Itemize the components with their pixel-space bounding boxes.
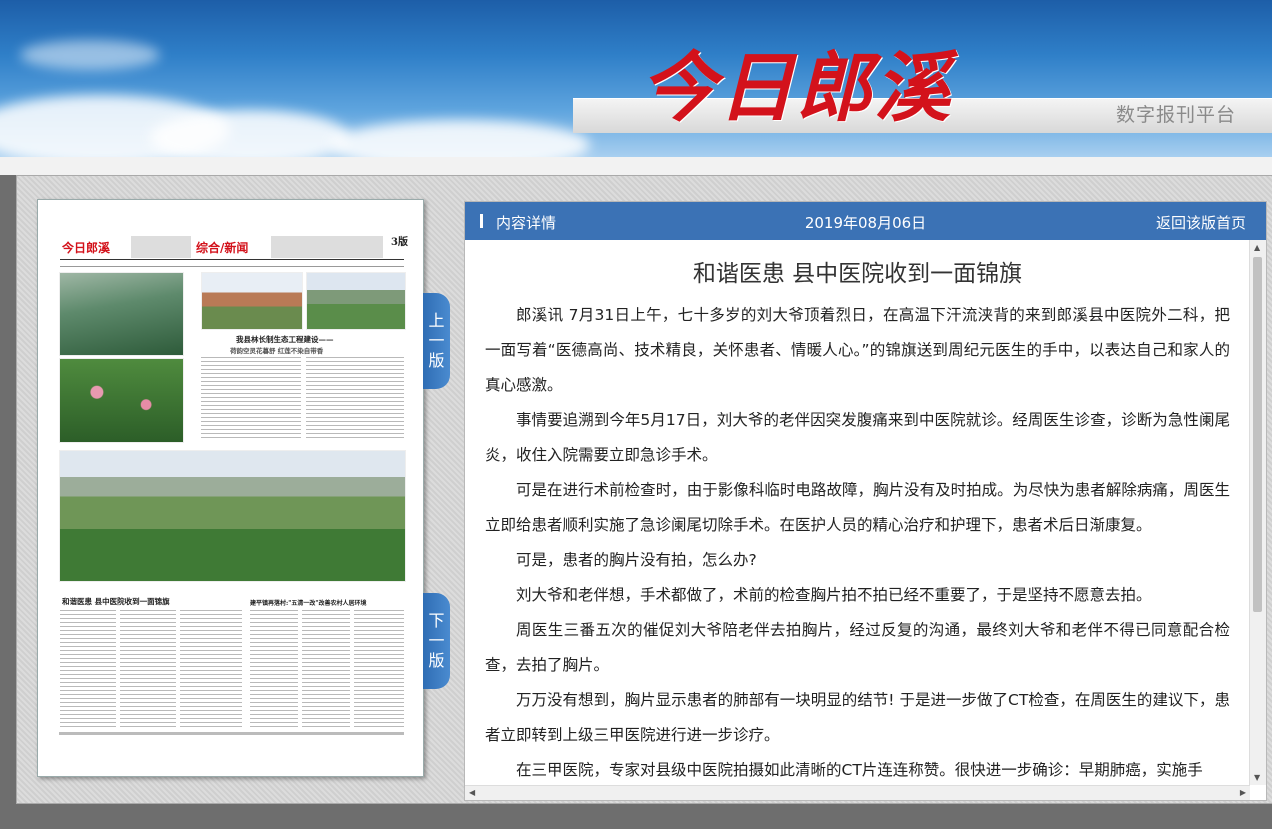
paper-footer-bar	[59, 732, 404, 735]
cloud-decoration	[150, 110, 350, 157]
prev-page-button[interactable]: 上 一 版	[423, 293, 450, 389]
horizontal-scrollbar[interactable]: ◀ ▶	[465, 785, 1250, 800]
article-paragraph: 周医生三番五次的催促刘大爷陪老伴去拍胸片，经过反复的沟通，最终刘大爷和老伴不得已…	[485, 621, 1230, 674]
article-paragraph: 郎溪讯 7月31日上午，七十多岁的刘大爷顶着烈日，在高温下汗流浃背的来到郎溪县中…	[485, 306, 1230, 394]
article-content[interactable]: 和谐医患 县中医院收到一面锦旗 郎溪讯 7月31日上午，七十多岁的刘大爷顶着烈日…	[465, 240, 1250, 786]
paper-photo	[306, 272, 406, 330]
paper-text-block	[302, 610, 350, 730]
vertical-scrollbar[interactable]: ▲ ▼	[1249, 240, 1266, 785]
paper-photo	[59, 272, 184, 356]
paper-text-block	[120, 610, 176, 730]
paper-rule	[60, 259, 404, 260]
article-paragraph: 可是在进行术前检查时，由于影像科临时电路故障，胸片没有及时拍成。为尽快为患者解除…	[485, 481, 1230, 534]
cloud-decoration	[330, 120, 590, 157]
article-title: 和谐医患 县中医院收到一面锦旗	[692, 261, 1023, 287]
paper-masthead-blur	[271, 236, 383, 258]
paper-text-block	[306, 357, 404, 439]
platform-title: 数字报刊平台	[1115, 104, 1236, 126]
paper-masthead-blur	[131, 236, 191, 258]
paper-text-block	[201, 357, 301, 439]
scroll-left-icon[interactable]: ◀	[469, 788, 475, 797]
prev-page-label: 上	[428, 311, 445, 330]
paper-headline-top: 我县林长制生态工程建设——	[236, 335, 334, 344]
paper-photo-panorama	[59, 450, 406, 582]
next-page-label: 版	[428, 651, 445, 670]
article-body: 郎溪讯 7月31日上午，七十多岁的刘大爷顶着烈日，在高温下汗流浃背的来到郎溪县中…	[465, 298, 1250, 786]
site-header: 今日郎溪 数字报刊平台	[0, 0, 1272, 157]
paper-headline-left: 和谐医患 县中医院收到一面锦旗	[62, 597, 170, 606]
paper-text-block	[180, 610, 242, 730]
issue-date: 2019年08月06日	[804, 214, 927, 232]
article-panel: 内容详情 2019年08月06日 返回该版首页 和谐医患 县中医院收到一面锦旗 …	[464, 201, 1267, 801]
paper-photo	[59, 358, 184, 443]
back-to-page-link[interactable]: 返回该版首页	[1156, 212, 1246, 233]
next-page-label: 下	[428, 611, 445, 630]
scrollbar-thumb[interactable]	[1253, 257, 1262, 612]
paper-text-block	[60, 610, 116, 730]
panel-header-bar: 内容详情 2019年08月06日 返回该版首页	[465, 202, 1266, 240]
scroll-up-icon[interactable]: ▲	[1254, 243, 1260, 252]
cloud-decoration	[20, 40, 160, 70]
prev-page-label: 版	[428, 351, 445, 370]
paper-text-block	[250, 610, 298, 730]
article-paragraph: 在三甲医院，专家对县级中医院拍摄如此清晰的CT片连连称赞。很快进一步确诊：早期肺…	[516, 761, 1203, 779]
paper-page-number: 3版	[391, 237, 408, 248]
paper-photo	[201, 272, 303, 330]
article-paragraph: 事情要追溯到今年5月17日，刘大爷的老伴因突发腹痛来到中医院就诊。经周医生诊查，…	[485, 411, 1230, 464]
next-page-button[interactable]: 下 一 版	[423, 593, 450, 689]
article-paragraph: 刘大爷和老伴想，手术都做了，术前的检查胸片拍不拍已经不重要了，于是坚持不愿意去拍…	[516, 586, 1152, 604]
paper-section-title: 综合/新闻	[196, 241, 249, 255]
paper-rule	[60, 266, 404, 267]
prev-page-label: 一	[428, 331, 445, 350]
next-page-label: 一	[428, 631, 445, 650]
paper-subhead-top: 荷韵空灵花暮舒 红莲不染自带香	[230, 347, 324, 355]
scroll-right-icon[interactable]: ▶	[1240, 788, 1246, 797]
newspaper-page-thumbnail[interactable]: 今日郎溪 综合/新闻 3版 我县林长制生态工程建设—— 荷韵空灵花暮舒 红莲不染…	[37, 199, 424, 777]
site-logo: 今日郎溪	[640, 43, 952, 132]
article-paragraph: 可是，患者的胸片没有拍，怎么办?	[516, 551, 757, 569]
paper-headline-right: 建平镇再落村:"五清一改"改善农村人居环境	[250, 600, 367, 607]
header-divider	[0, 157, 1272, 175]
scroll-down-icon[interactable]: ▼	[1254, 773, 1260, 782]
paper-text-block	[354, 610, 404, 730]
article-paragraph: 万万没有想到，胸片显示患者的肺部有一块明显的结节! 于是进一步做了CT检查，在周…	[485, 691, 1230, 744]
paper-logo: 今日郎溪	[62, 241, 111, 255]
